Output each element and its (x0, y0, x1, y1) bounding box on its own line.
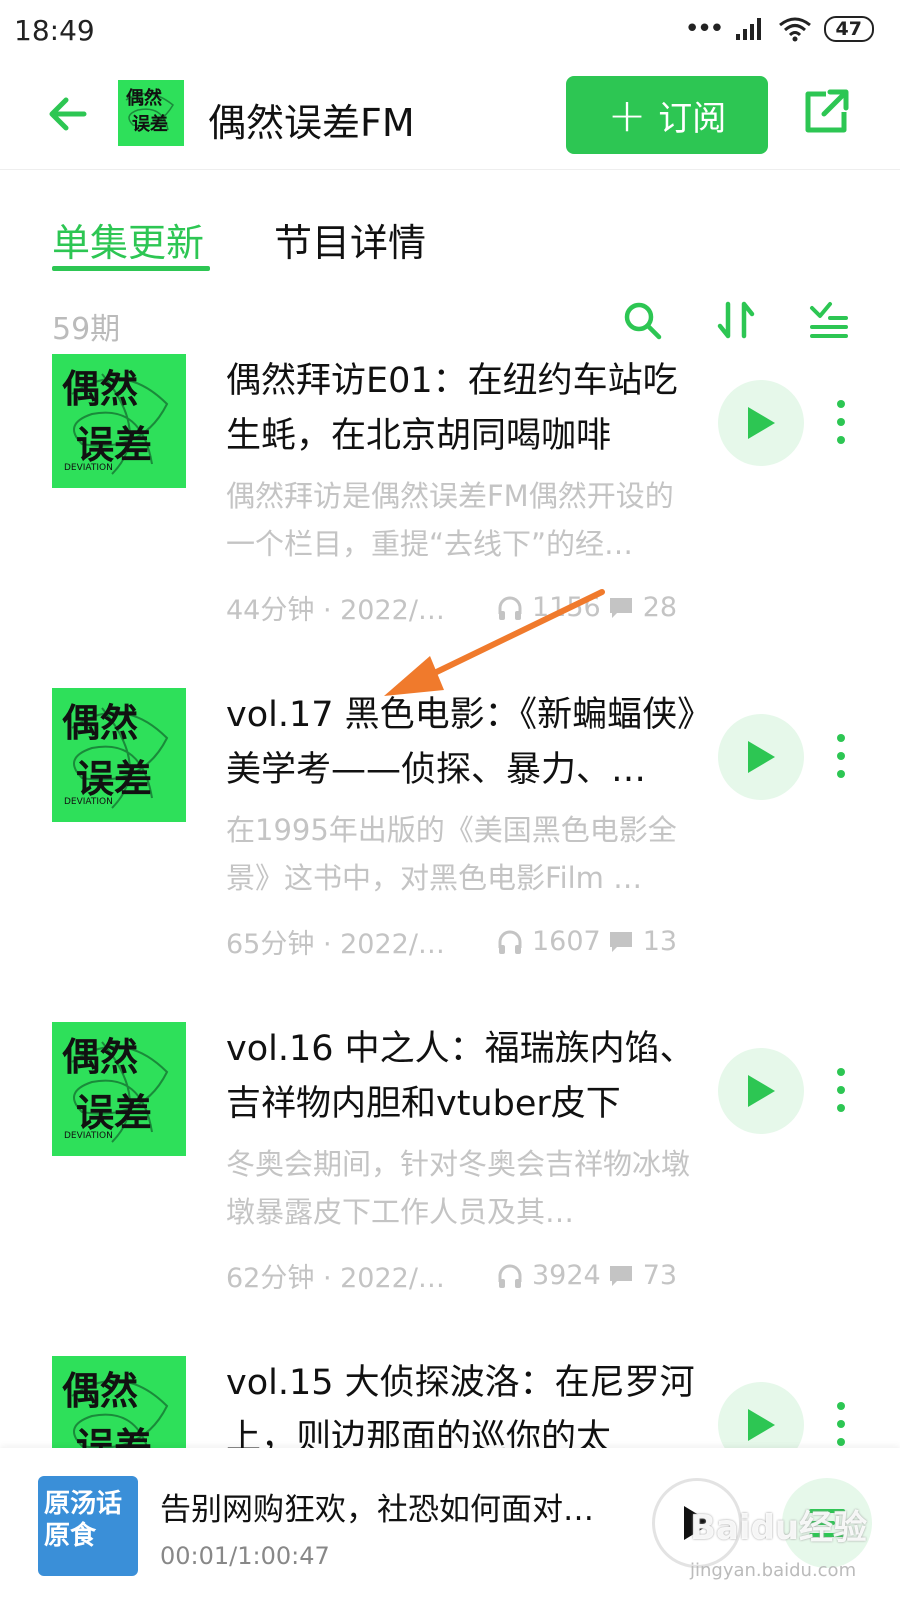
play-button[interactable] (718, 1048, 804, 1134)
episode-meta: 65分钟 · 2022/0... 1607 13 (226, 922, 696, 961)
more-vertical-icon[interactable] (836, 1400, 846, 1448)
svg-text:偶然: 偶然 (126, 87, 162, 109)
more-vertical-icon[interactable] (836, 1066, 846, 1114)
svg-text:DEVIATION: DEVIATION (64, 463, 113, 473)
episode-title: vol.15 大侦探波洛：在尼罗河上，则边那面的巡你的太 (226, 1363, 695, 1448)
listen-count-value: 3924 (532, 1260, 601, 1291)
episode-title: vol.17 黑色电影：《新蝙蝠侠》美学考——侦探、暴力、… (226, 695, 695, 790)
episode-item[interactable]: 偶然 误差 DEVIATION vol.17 黑色电影：《新蝙蝠侠》美学考——侦… (0, 688, 900, 1018)
episode-description: 冬奥会期间，针对冬奥会吉祥物冰墩墩暴露皮下工作人员及其… (226, 1147, 691, 1229)
episode-duration-date: 62分钟 · 2022/0... (226, 1263, 456, 1294)
active-tab-indicator (52, 266, 210, 271)
back-arrow-icon[interactable] (44, 90, 92, 138)
svg-text:偶然: 偶然 (62, 701, 138, 745)
episode-count: 59期 (52, 312, 121, 347)
podcast-cover: 偶然 误差 (118, 80, 184, 146)
search-icon[interactable] (620, 298, 664, 342)
play-icon (748, 1409, 775, 1441)
headphones-icon (498, 930, 522, 954)
play-icon (748, 741, 775, 773)
comment-count-value: 13 (642, 926, 678, 957)
listen-count-value: 1156 (532, 592, 601, 623)
play-button[interactable] (718, 714, 804, 800)
comment-count-value: 28 (642, 592, 678, 623)
subscribe-label: 订阅 (658, 98, 727, 139)
episode-description: 偶然拜访是偶然误差FM偶然开设的一个栏目，重提“去线下”的经… (226, 479, 674, 561)
comment-icon (609, 931, 632, 952)
svg-text:偶然: 偶然 (62, 1369, 138, 1413)
plus-icon: + (607, 88, 647, 142)
status-bar: 18:49 ••• 47 (0, 0, 900, 62)
player-title: 告别网购狂欢，社恐如何面对… (160, 1492, 594, 1528)
subscribe-button[interactable]: + 订阅 (566, 76, 768, 154)
headphones-icon (498, 1264, 522, 1288)
comment-count: 73 (607, 1260, 677, 1291)
more-vertical-icon[interactable] (836, 398, 846, 446)
filter-list-icon[interactable] (806, 298, 850, 342)
episode-item[interactable]: 偶然 误差 vol.15 大侦探波洛：在尼罗河上，则边那面的巡你的太 (0, 1356, 900, 1448)
play-icon (748, 407, 775, 439)
episode-cover: 偶然 误差 DEVIATION (52, 1022, 186, 1156)
episode-cover: 偶然 误差 DEVIATION (52, 354, 186, 488)
comment-count-value: 73 (642, 1260, 678, 1291)
player-cover: 原汤话原食 (38, 1476, 138, 1576)
podcast-title: 偶然误差FM (208, 101, 415, 145)
svg-text:DEVIATION: DEVIATION (64, 797, 113, 807)
svg-text:误差: 误差 (76, 1425, 152, 1448)
status-icons: ••• 47 (685, 16, 874, 42)
headphones-icon (498, 596, 522, 620)
tab-details[interactable]: 节目详情 (274, 212, 426, 267)
episode-description: 在1995年出版的《美国黑色电影全景》这书中，对黑色电影Film … (226, 813, 677, 895)
status-time: 18:49 (14, 14, 95, 47)
svg-text:偶然: 偶然 (62, 367, 138, 411)
svg-text:误差: 误差 (76, 1091, 152, 1135)
more-vertical-icon[interactable] (836, 732, 846, 780)
episode-title: 偶然拜访E01：在纽约车站吃生蚝，在北京胡同喝咖啡 (226, 361, 678, 456)
svg-text:误差: 误差 (76, 423, 152, 467)
episode-meta: 44分钟 · 2022/0... 1156 28 (226, 588, 696, 627)
episode-title: vol.16 中之人：福瑞族内馅、吉祥物内胆和vtuber皮下 (226, 1029, 695, 1124)
svg-text:误差: 误差 (132, 113, 168, 135)
svg-text:误差: 误差 (76, 757, 152, 801)
player-time: 00:01/1:00:47 (160, 1542, 330, 1570)
comment-icon (609, 597, 632, 618)
svg-text:偶然: 偶然 (62, 1035, 138, 1079)
listen-count: 3924 (496, 1260, 601, 1291)
svg-text:DEVIATION: DEVIATION (64, 1131, 113, 1141)
sort-icon[interactable] (714, 298, 758, 342)
signal-dots: ••• (684, 14, 725, 44)
comment-count: 13 (607, 926, 677, 957)
episode-duration-date: 44分钟 · 2022/0... (226, 595, 456, 626)
play-button[interactable] (718, 380, 804, 466)
episode-item[interactable]: 偶然 误差 DEVIATION 偶然拜访E01：在纽约车站吃生蚝，在北京胡同喝咖… (0, 354, 900, 684)
comment-count: 28 (607, 592, 677, 623)
wifi-icon (778, 17, 811, 42)
listen-count-value: 1607 (532, 926, 601, 957)
play-button[interactable] (718, 1382, 804, 1448)
listen-count: 1156 (496, 592, 601, 623)
player-cover-text: 原汤话原食 (44, 1489, 123, 1551)
signal-icon (735, 18, 761, 40)
episode-duration-date: 65分钟 · 2022/0... (226, 929, 456, 960)
episode-cover: 偶然 误差 DEVIATION (52, 688, 186, 822)
episode-cover: 偶然 误差 (52, 1356, 186, 1448)
episode-item[interactable]: 偶然 误差 DEVIATION vol.16 中之人：福瑞族内馅、吉祥物内胆和v… (0, 1022, 900, 1352)
comment-icon (609, 1265, 632, 1286)
episode-meta: 62分钟 · 2022/0... 3924 73 (226, 1256, 696, 1295)
battery-indicator: 47 (823, 16, 874, 42)
watermark-logo: Baidu经验 (690, 1508, 868, 1548)
share-icon[interactable] (800, 86, 852, 138)
listen-count: 1607 (496, 926, 601, 957)
play-icon (748, 1075, 775, 1107)
watermark-url: jingyan.baidu.com (690, 1560, 857, 1581)
app-header: 偶然 误差 偶然误差FM + 订阅 (0, 62, 900, 170)
tab-episodes[interactable]: 单集更新 (52, 212, 204, 267)
